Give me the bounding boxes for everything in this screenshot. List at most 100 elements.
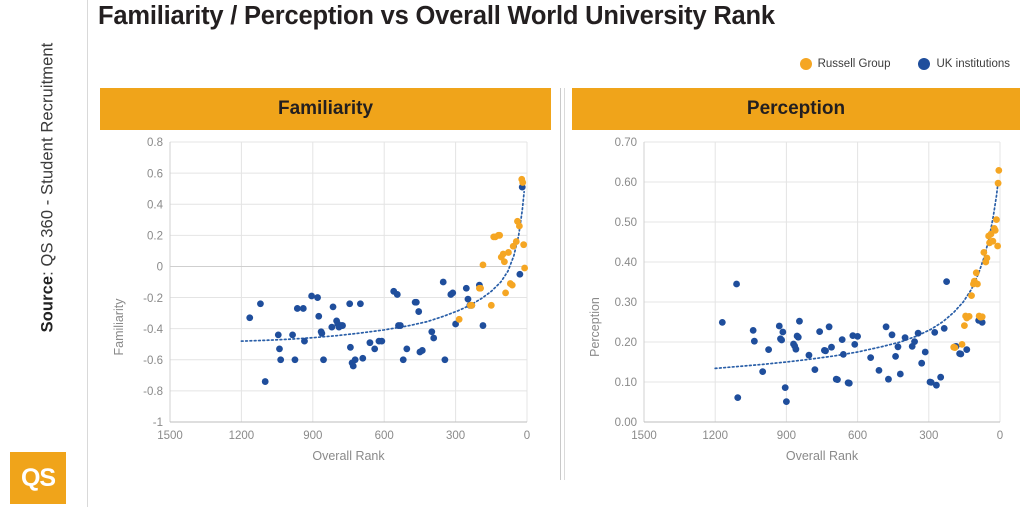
data-point [430,334,438,342]
data-point [462,284,470,292]
qs-logo-text: QS [20,463,56,492]
x-axis-title: Overall Rank [786,449,859,463]
y-tick-label: 0.70 [615,137,637,149]
data-point [940,325,948,332]
y-tick-label: 0.50 [615,217,637,229]
data-point [781,384,789,391]
data-point [299,305,307,312]
x-tick-label: 300 [919,430,938,442]
series-uk-institutions [246,183,526,385]
data-point [765,346,772,353]
data-point [931,329,939,336]
y-tick-label: 0.2 [147,231,163,243]
panel-header-perception: Perception [572,88,1020,130]
data-point [994,242,1002,250]
data-point [505,249,512,256]
x-tick-label: 600 [375,430,394,442]
data-point [888,331,896,339]
scatter-plot-familiarity: 0.8 0.6 0.4 0.2 0 -0.2 -0.4 -0.6 -0.8 -11500 1200 9… [143,137,530,463]
x-tick-label: 1200 [702,430,728,442]
data-point [301,337,308,345]
x-tick-label: 1200 [229,430,255,442]
data-point [378,337,386,345]
data-point [839,351,847,358]
data-point [366,339,374,347]
y-tick-label: 0.4 [147,199,164,211]
y-tick-label: 0.40 [615,257,637,269]
y-axis-title-perception: Perception [588,297,602,357]
data-point [314,294,321,301]
scatter-plot-perception: 0.70 0.60 0.50 0.40 0.30 0.20 0.10 0.001500 1200… [615,137,1004,463]
data-point [914,329,922,337]
chart-legend: Russell Group UK institutions [799,58,1010,70]
data-point [995,167,1003,174]
qs-logo: QS [10,452,66,504]
legend-item-russell-group: Russell Group [799,58,891,70]
data-point [733,280,740,288]
data-point [351,356,359,364]
data-point [783,398,790,405]
data-point [896,370,904,378]
data-point [520,241,528,249]
data-point [993,216,1000,223]
data-point [487,301,495,309]
chart-familiarity: 0.8 0.6 0.4 0.2 0 -0.2 -0.4 -0.6 -0.8 -1 1500 1200 9… [100,130,551,480]
data-point [479,322,487,329]
data-point [845,379,853,387]
data-point [932,381,940,389]
panel-perception: Perception 0.70 0.60 0.50 0.40 0.30 0.20 0.10 0… [572,88,1020,480]
data-point [329,303,337,311]
data-point [778,336,786,344]
x-tick-label: 900 [777,430,796,442]
data-point [816,328,824,335]
data-point [359,354,367,362]
source-sidebar: Source: QS 360 - Student Recruitment QS [0,0,88,507]
circle-marker-icon [918,58,931,70]
data-point [838,336,846,343]
data-point [521,264,529,272]
data-point [516,270,524,278]
data-point [455,315,463,323]
y-tick-label: 0 [157,262,163,274]
data-point [320,356,327,364]
data-point [328,323,336,331]
data-point [911,338,918,345]
data-point [894,343,902,351]
y-tick-label: -0.2 [143,293,163,305]
data-point [393,291,401,298]
data-point [519,179,527,186]
y-tick-label: 0.30 [615,297,637,309]
data-point [792,345,800,353]
data-point [957,350,965,358]
panel-divider-secondary [564,88,565,480]
legend-item-uk-institutions: UK institutions [918,58,1010,70]
data-point [892,353,899,360]
data-point [937,373,945,381]
data-point [978,313,986,321]
data-point [418,347,426,354]
sidebar-divider [87,0,88,507]
data-point [825,323,833,331]
source-caption: Source: QS 360 - Student Recruitment [39,0,58,408]
data-point [315,312,323,320]
y-tick-label: -1 [153,417,163,429]
data-point [972,269,980,277]
data-point [822,347,829,355]
x-tick-label: 300 [446,430,465,442]
data-point [775,322,783,330]
data-point [464,295,472,303]
legend-label-russell-group: Russell Group [817,58,891,70]
data-point [867,354,875,361]
panel-header-familiarity: Familiarity [100,88,551,130]
x-tick-label: 1500 [157,430,183,442]
series-russell-group [950,167,1003,351]
data-point [449,289,457,297]
x-tick-label: 0 [524,430,530,442]
data-point [291,356,299,364]
data-point [261,378,269,385]
x-axis-title: Overall Rank [312,449,385,463]
y-tick-label: 0.00 [615,417,637,429]
data-point [441,356,449,364]
x-tick-label: 900 [303,430,322,442]
data-point [257,300,264,308]
